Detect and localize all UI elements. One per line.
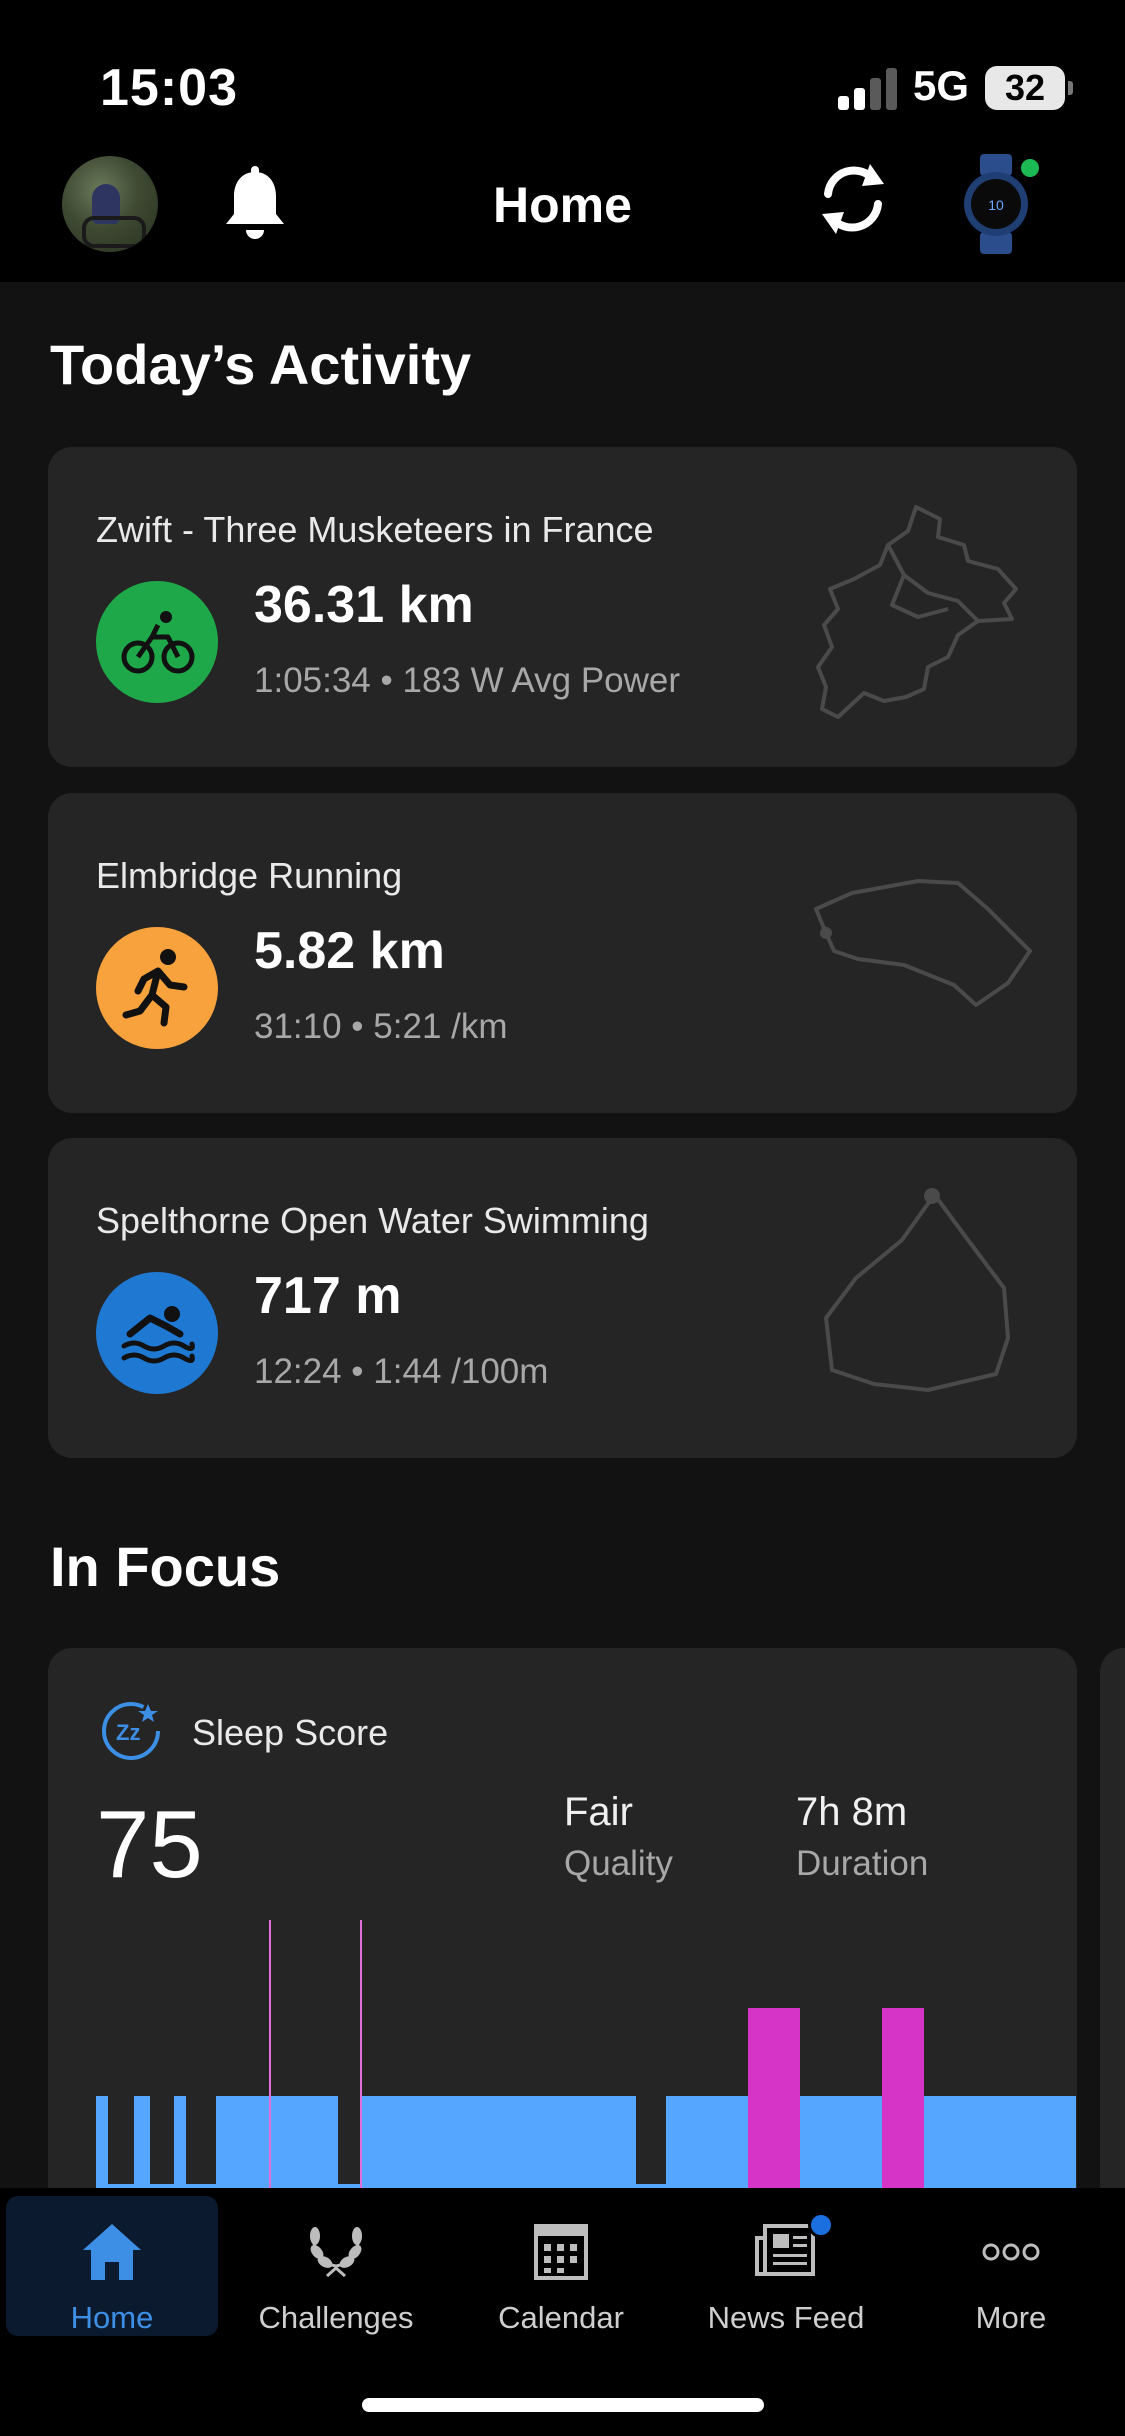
route-map-icon <box>814 879 1032 1007</box>
laurel-icon <box>310 2227 362 2278</box>
route-map-icon <box>816 505 1018 719</box>
signal-strength-icon <box>838 66 898 110</box>
activity-details: 31:10 • 5:21 /km <box>254 1007 508 1046</box>
more-icon <box>982 2243 1040 2261</box>
activity-distance: 5.82 km <box>254 922 445 980</box>
home-icon <box>83 2224 141 2280</box>
section-title-in-focus: In Focus <box>50 1535 281 1598</box>
running-icon <box>96 927 218 1049</box>
battery-indicator: 32 <box>985 66 1073 110</box>
activity-name: Zwift - Three Musketeers in France <box>96 509 654 550</box>
activity-name: Elmbridge Running <box>96 855 403 896</box>
sleep-light-segment <box>360 2096 636 2188</box>
calendar-icon <box>534 2224 588 2280</box>
news-feed-badge <box>808 2212 834 2238</box>
status-time: 15:03 <box>100 59 238 117</box>
page-title: Home <box>493 177 632 233</box>
section-title-today: Today’s Activity <box>50 333 472 396</box>
sleep-awake-marker <box>269 1920 271 2188</box>
tab-label: Calendar <box>498 2300 624 2335</box>
svg-text:10: 10 <box>988 197 1004 213</box>
tab-label: Home <box>70 2300 154 2335</box>
sleep-light-segment <box>134 2096 150 2188</box>
sleep-light-segment <box>666 2096 1076 2188</box>
tab-challenges[interactable]: Challenges <box>230 2196 442 2336</box>
activity-card-running[interactable]: Elmbridge Running 5.82 km 31:10 • 5:21 /… <box>48 793 1077 1113</box>
sleep-deep-gap <box>338 2096 360 2188</box>
cycling-icon <box>96 581 218 703</box>
sleep-awake-segment <box>748 2008 800 2188</box>
sleep-light-segment <box>96 2096 108 2188</box>
network-type: 5G <box>913 62 970 109</box>
route-map-icon <box>824 1188 1010 1392</box>
tab-home[interactable]: Home <box>6 2196 218 2336</box>
tab-label: News Feed <box>707 2300 865 2335</box>
activity-distance: 36.31 km <box>254 576 474 634</box>
tab-calendar[interactable]: Calendar <box>455 2196 667 2336</box>
status-bar: 15:03 5G 32 <box>0 0 1125 140</box>
activity-card-cycling[interactable]: Zwift - Three Musketeers in France 36.31… <box>48 447 1077 767</box>
top-navigation: Home 10 <box>0 140 1125 282</box>
tab-news-feed[interactable]: News Feed <box>680 2196 892 2336</box>
sleep-awake-marker <box>360 1920 362 2188</box>
activity-card-swimming[interactable]: Spelthorne Open Water Swimming 717 m 12:… <box>48 1138 1077 1458</box>
tab-label: Challenges <box>258 2300 414 2335</box>
activity-distance: 717 m <box>254 1267 402 1325</box>
home-indicator[interactable] <box>362 2398 764 2412</box>
sleep-light-segment <box>174 2096 186 2188</box>
tab-more[interactable]: More <box>905 2196 1117 2336</box>
activity-name: Spelthorne Open Water Swimming <box>96 1200 649 1241</box>
tab-label: More <box>975 2300 1047 2335</box>
watch-connected-indicator <box>1018 156 1042 180</box>
activity-details: 1:05:34 • 183 W Avg Power <box>254 661 681 700</box>
sync-icon[interactable] <box>812 158 894 240</box>
activity-details: 12:24 • 1:44 /100m <box>254 1352 549 1391</box>
sleep-awake-segment <box>882 2008 924 2188</box>
swimming-icon <box>96 1272 218 1394</box>
